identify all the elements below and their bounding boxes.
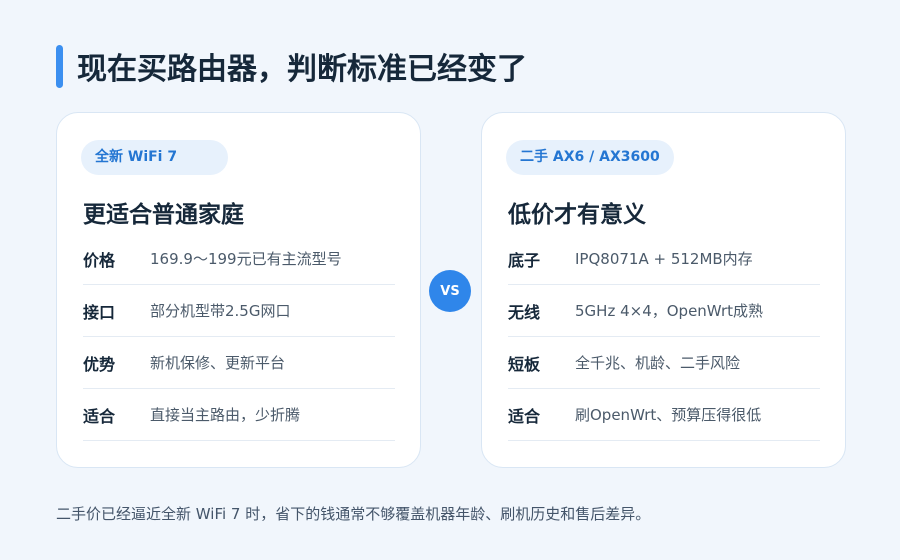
- spec-row: 价格 169.9～199元已有主流型号: [83, 233, 395, 285]
- page-title: 现在买路由器，判断标准已经变了: [77, 52, 527, 87]
- spec-value: 全千兆、机龄、二手风险: [575, 354, 741, 372]
- footnote: 二手价已经逼近全新 WiFi 7 时，省下的钱通常不够覆盖机器年龄、刷机历史和售…: [56, 505, 651, 523]
- spec-key: 接口: [83, 302, 116, 322]
- spec-key: 短板: [508, 354, 541, 374]
- spec-row: 短板 全千兆、机龄、二手风险: [508, 337, 820, 389]
- spec-value: IPQ8071A + 512MB内存: [575, 250, 753, 268]
- card-tag: 全新 WiFi 7: [81, 140, 228, 175]
- spec-key: 适合: [83, 406, 116, 426]
- title-accent-bar: [56, 45, 63, 88]
- spec-key: 优势: [83, 354, 116, 374]
- spec-key: 底子: [508, 250, 541, 270]
- spec-list: 底子 IPQ8071A + 512MB内存 无线 5GHz 4×4，OpenWr…: [508, 233, 820, 441]
- spec-key: 无线: [508, 302, 541, 322]
- vs-badge: VS: [429, 270, 471, 312]
- spec-value: 直接当主路由，少折腾: [150, 406, 301, 424]
- card-used-ax6: 二手 AX6 / AX3600 低价才有意义 底子 IPQ8071A + 512…: [481, 112, 846, 468]
- spec-key: 适合: [508, 406, 541, 426]
- spec-value: 新机保修、更新平台: [150, 354, 286, 372]
- card-heading: 更适合普通家庭: [83, 202, 244, 228]
- card-heading: 低价才有意义: [508, 202, 646, 228]
- spec-list: 价格 169.9～199元已有主流型号 接口 部分机型带2.5G网口 优势 新机…: [83, 233, 395, 441]
- spec-row: 优势 新机保修、更新平台: [83, 337, 395, 389]
- card-tag: 二手 AX6 / AX3600: [506, 140, 674, 175]
- spec-row: 适合 直接当主路由，少折腾: [83, 389, 395, 441]
- spec-value: 刷OpenWrt、预算压得很低: [575, 406, 762, 424]
- spec-row: 接口 部分机型带2.5G网口: [83, 285, 395, 337]
- spec-value: 169.9～199元已有主流型号: [150, 250, 342, 268]
- spec-row: 底子 IPQ8071A + 512MB内存: [508, 233, 820, 285]
- spec-row: 适合 刷OpenWrt、预算压得很低: [508, 389, 820, 441]
- card-new-wifi7: 全新 WiFi 7 更适合普通家庭 价格 169.9～199元已有主流型号 接口…: [56, 112, 421, 468]
- spec-value: 部分机型带2.5G网口: [150, 302, 291, 320]
- spec-key: 价格: [83, 250, 116, 270]
- spec-row: 无线 5GHz 4×4，OpenWrt成熟: [508, 285, 820, 337]
- spec-value: 5GHz 4×4，OpenWrt成熟: [575, 302, 764, 320]
